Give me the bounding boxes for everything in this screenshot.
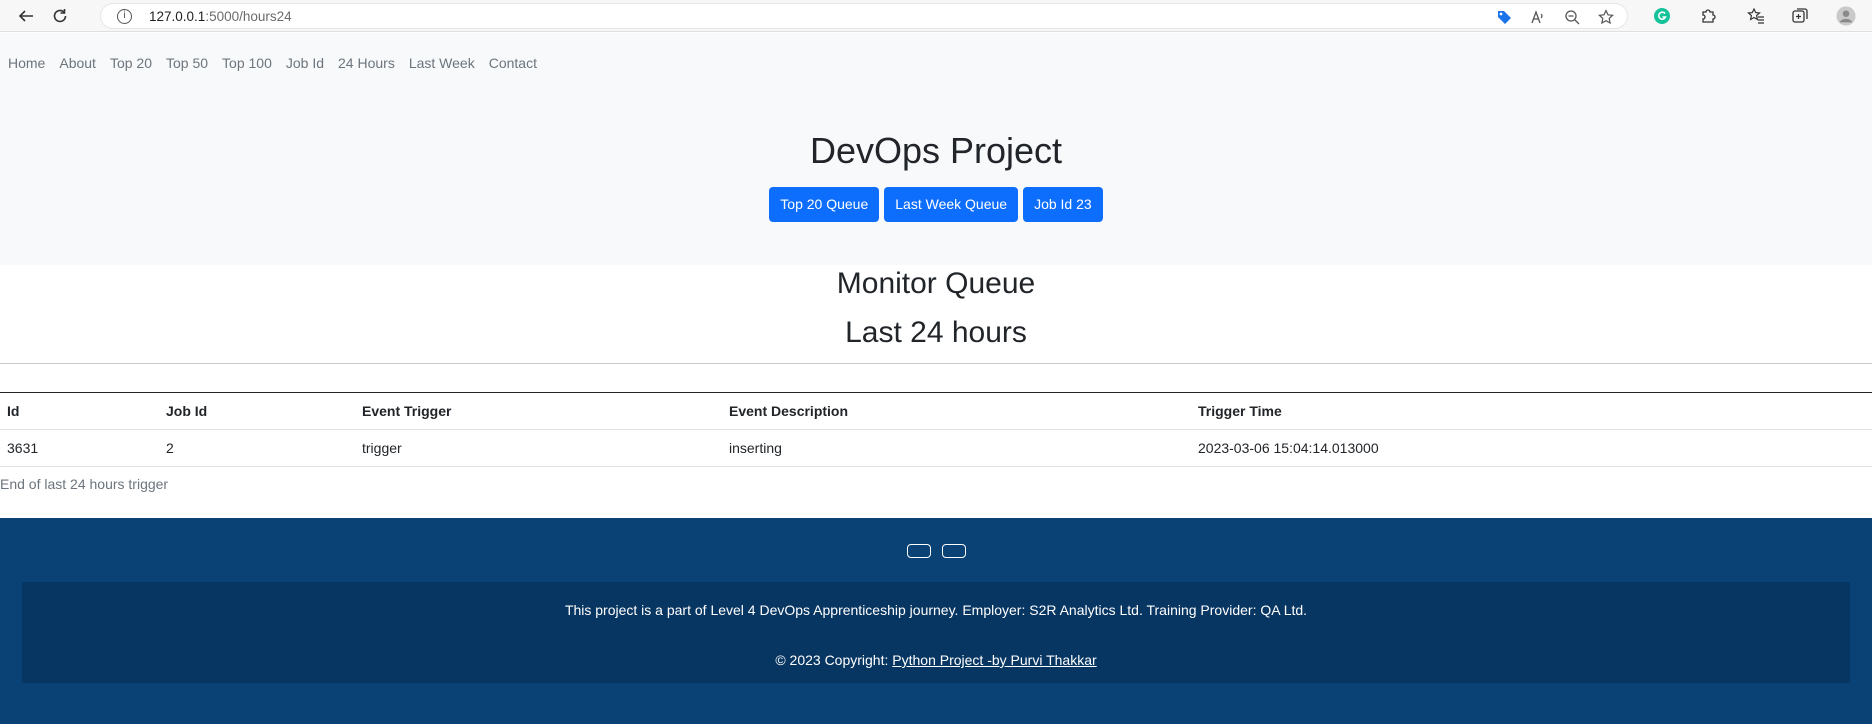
nav-top-100[interactable]: Top 100 xyxy=(215,52,279,74)
queue-table: Id Job Id Event Trigger Event Descriptio… xyxy=(0,392,1872,467)
footer-copyright: © 2023 Copyright: Python Project -by Pur… xyxy=(22,652,1850,668)
copyright-link[interactable]: Python Project -by Purvi Thakkar xyxy=(892,652,1096,668)
address-bar[interactable]: i 127.0.0.1:5000/hours24 xyxy=(100,3,1628,29)
site-info-icon[interactable]: i xyxy=(117,9,132,24)
url-text[interactable]: 127.0.0.1:5000/hours24 xyxy=(149,9,292,24)
nav-top-50[interactable]: Top 50 xyxy=(159,52,215,74)
nav-about[interactable]: About xyxy=(52,52,103,74)
hero-button-group: Top 20 Queue Last Week Queue Job Id 23 xyxy=(0,187,1872,222)
favorite-star-icon[interactable] xyxy=(1597,8,1615,26)
table-header-row: Id Job Id Event Trigger Event Descriptio… xyxy=(0,392,1872,430)
cell-event-trigger: trigger xyxy=(355,429,722,467)
reload-icon[interactable] xyxy=(48,4,72,28)
divider xyxy=(0,363,1872,364)
cell-job-id: 2 xyxy=(159,429,355,467)
nav-home[interactable]: Home xyxy=(0,52,52,74)
profile-avatar-icon[interactable] xyxy=(1836,6,1856,26)
cell-event-description: inserting xyxy=(722,429,1191,467)
end-of-list-text: End of last 24 hours trigger xyxy=(0,476,169,492)
collections-icon[interactable] xyxy=(1790,6,1810,26)
zoom-out-icon[interactable] xyxy=(1563,8,1581,26)
section-subheading: Last 24 hours xyxy=(845,316,1027,349)
grammarly-icon[interactable] xyxy=(1652,6,1672,26)
extensions-icon[interactable] xyxy=(1698,6,1718,26)
column-header-event-description: Event Description xyxy=(722,392,1191,430)
footer-inner-panel: This project is a part of Level 4 DevOps… xyxy=(22,582,1850,683)
social-link-icon[interactable] xyxy=(942,544,966,558)
browser-toolbar: i 127.0.0.1:5000/hours24 xyxy=(0,0,1872,32)
column-header-job-id: Job Id xyxy=(159,392,355,430)
top-20-queue-button[interactable]: Top 20 Queue xyxy=(769,187,880,222)
read-aloud-icon[interactable] xyxy=(1529,8,1547,26)
nav-last-week[interactable]: Last Week xyxy=(402,52,482,74)
hero-section: Home About Top 20 Top 50 Top 100 Job Id … xyxy=(0,33,1872,265)
column-header-id: Id xyxy=(0,392,159,430)
table-row: 3631 2 trigger inserting 2023-03-06 15:0… xyxy=(0,429,1872,467)
cell-trigger-time: 2023-03-06 15:04:14.013000 xyxy=(1191,429,1872,467)
footer-description: This project is a part of Level 4 DevOps… xyxy=(564,602,1308,618)
copyright-prefix: © 2023 Copyright: xyxy=(775,652,893,668)
nav-24-hours[interactable]: 24 Hours xyxy=(331,52,402,74)
last-week-queue-button[interactable]: Last Week Queue xyxy=(884,187,1019,222)
cell-id: 3631 xyxy=(0,429,159,467)
social-link-icon[interactable] xyxy=(907,544,931,558)
footer: This project is a part of Level 4 DevOps… xyxy=(0,518,1872,724)
section-heading: Monitor Queue xyxy=(836,267,1036,300)
back-arrow-icon[interactable] xyxy=(14,4,38,28)
nav-contact[interactable]: Contact xyxy=(482,52,544,74)
nav-job-id[interactable]: Job Id xyxy=(279,52,331,74)
url-path: :5000/hours24 xyxy=(205,9,292,24)
favorites-icon[interactable] xyxy=(1746,6,1766,26)
nav-top-20[interactable]: Top 20 xyxy=(103,52,159,74)
tag-icon[interactable] xyxy=(1495,8,1513,26)
top-navigation: Home About Top 20 Top 50 Top 100 Job Id … xyxy=(0,52,544,74)
url-host: 127.0.0.1 xyxy=(149,9,206,24)
column-header-trigger-time: Trigger Time xyxy=(1191,392,1872,430)
column-header-event-trigger: Event Trigger xyxy=(355,392,722,430)
job-id-23-button[interactable]: Job Id 23 xyxy=(1023,187,1103,222)
page-title: DevOps Project xyxy=(809,130,1063,171)
